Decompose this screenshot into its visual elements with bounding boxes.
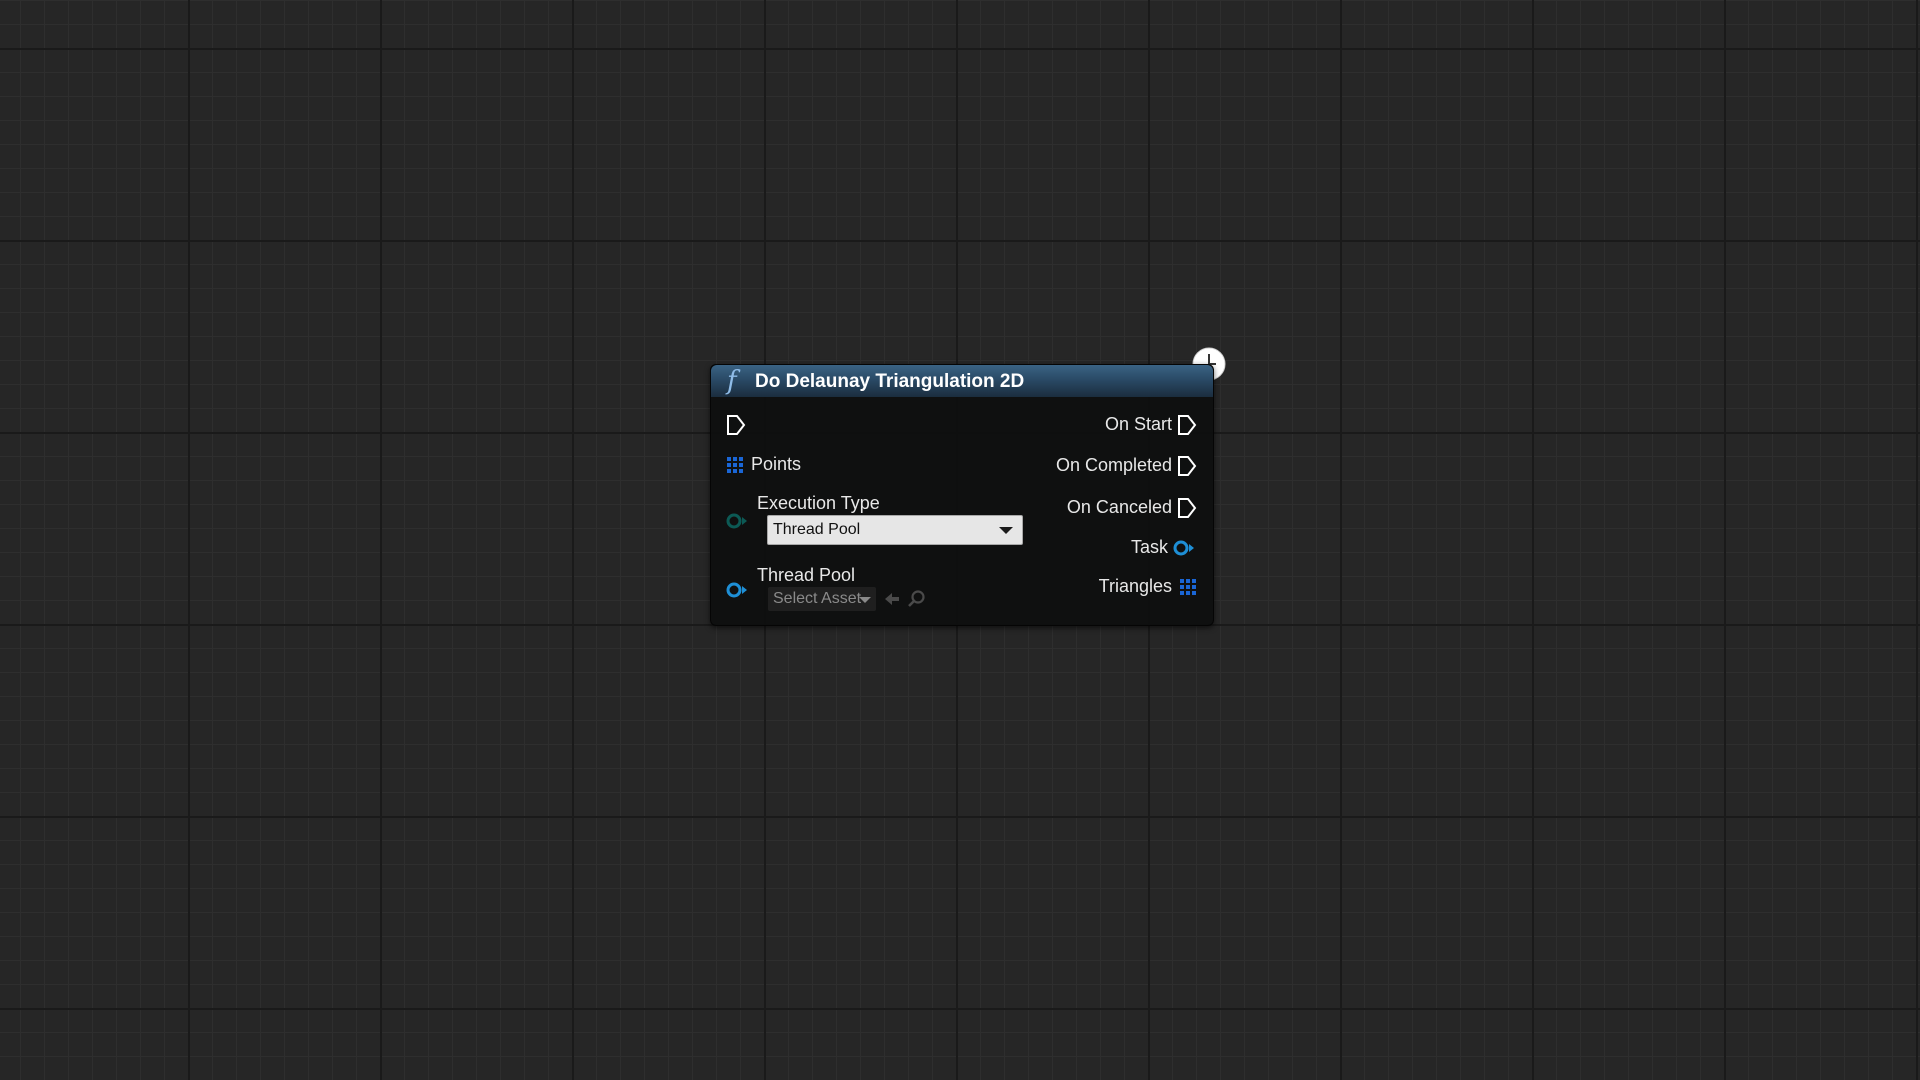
on-completed-exec-pin-icon[interactable] xyxy=(1176,454,1198,478)
arrow-left-icon[interactable] xyxy=(883,590,901,608)
chevron-down-icon xyxy=(999,527,1013,534)
triangles-label: Triangles xyxy=(1098,576,1172,596)
thread-pool-label: Thread Pool xyxy=(757,565,856,585)
blueprint-node[interactable]: f Do Delaunay Triangulation 2D Points Ex… xyxy=(710,364,1214,626)
chevron-down-icon xyxy=(859,597,871,603)
points-label: Points xyxy=(751,454,802,474)
select-asset-text: Select Asset xyxy=(773,590,862,607)
search-icon[interactable] xyxy=(907,589,927,609)
select-asset-dropdown[interactable]: Select Asset xyxy=(768,587,876,611)
on-canceled-label: On Canceled xyxy=(1066,497,1172,517)
on-start-exec-pin-icon[interactable] xyxy=(1176,413,1198,437)
exec-in-pin-icon[interactable] xyxy=(725,413,747,437)
node-header[interactable]: f Do Delaunay Triangulation 2D xyxy=(711,365,1213,397)
triangles-array-pin-icon[interactable] xyxy=(1179,578,1197,596)
execution-type-label: Execution Type xyxy=(757,493,880,513)
function-icon: f xyxy=(727,366,737,396)
thread-pool-pin-icon[interactable] xyxy=(725,581,749,599)
execution-type-value: Thread Pool xyxy=(773,521,861,538)
execution-type-pin-icon[interactable] xyxy=(725,512,749,530)
task-label: Task xyxy=(1130,537,1168,557)
node-title: Do Delaunay Triangulation 2D xyxy=(755,371,1025,392)
on-canceled-exec-pin-icon[interactable] xyxy=(1176,496,1198,520)
execution-type-dropdown[interactable]: Thread Pool xyxy=(767,515,1023,545)
task-object-pin-icon[interactable] xyxy=(1172,539,1196,557)
points-array-pin-icon[interactable] xyxy=(726,456,744,474)
on-start-label: On Start xyxy=(1104,414,1172,434)
on-completed-label: On Completed xyxy=(1055,455,1172,475)
